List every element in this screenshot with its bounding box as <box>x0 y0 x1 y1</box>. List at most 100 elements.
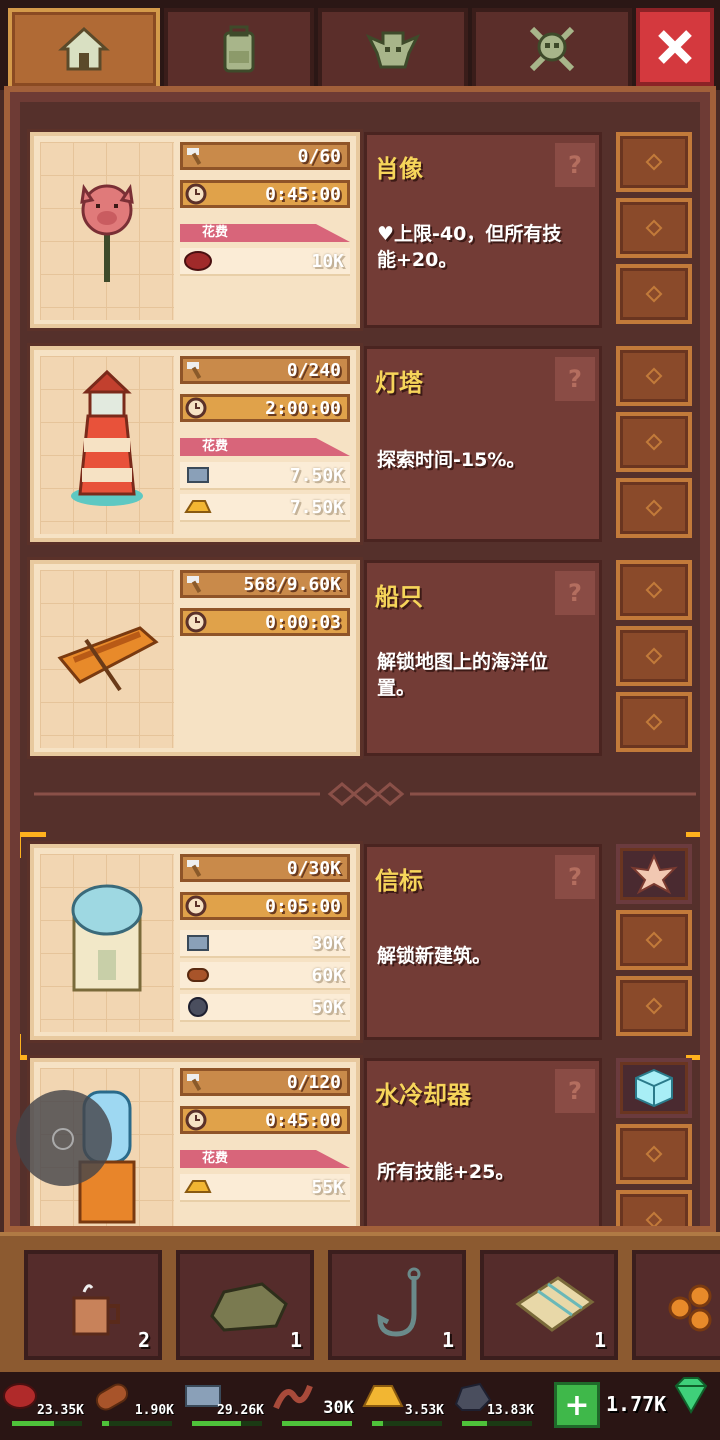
building-card[interactable]: 0/240 2:00:00 花费 7.50K 7.50K <box>30 346 360 542</box>
building-row-portrait: 0/60 0:45:00 花费 10K 肖像 ? ♥上限-40，但所有技能+20… <box>30 132 700 332</box>
inventory-slot[interactable]: 2 <box>24 1250 162 1360</box>
resource-iron: 29.26K <box>180 1378 266 1428</box>
building-row-boat: 568/9.60K 0:00:03 船只 ? 解锁地图上的海洋位置。 <box>30 560 700 760</box>
inventory-bar: 2 1 1 1 <box>0 1232 720 1372</box>
building-art <box>40 356 174 534</box>
cost-item: 55K <box>180 1174 350 1202</box>
building-title: 信标 <box>375 867 423 895</box>
ice-cube-icon <box>635 1068 673 1108</box>
empty-slot-icon <box>645 285 663 303</box>
wood-icon <box>95 1383 129 1411</box>
inventory-slot[interactable] <box>632 1250 720 1360</box>
resource-coal: 13.83K <box>450 1378 536 1428</box>
upgrade-slot-3[interactable] <box>616 976 692 1036</box>
building-title: 水冷却器 <box>375 1081 471 1109</box>
gold-icon <box>180 496 216 518</box>
building-title: 船只 <box>375 583 423 611</box>
coal-icon <box>180 996 216 1018</box>
tab-home[interactable] <box>8 8 160 86</box>
building-title: 肖像 <box>375 155 423 183</box>
help-button[interactable]: ? <box>555 855 595 899</box>
upgrade-slot-1[interactable] <box>616 1058 692 1118</box>
help-button[interactable]: ? <box>555 1069 595 1113</box>
empty-slot-icon <box>645 1145 663 1163</box>
upgrade-slot-1[interactable] <box>616 132 692 192</box>
upgrade-slot-3[interactable] <box>616 478 692 538</box>
highlight-corner <box>20 1034 46 1060</box>
upgrade-slot-2[interactable] <box>616 1124 692 1184</box>
upgrade-slot-3[interactable] <box>616 1190 692 1226</box>
building-description-panel: 船只 ? 解锁地图上的海洋位置。 <box>364 560 602 756</box>
cost-item: 10K <box>180 248 350 276</box>
highlight-corner <box>20 832 46 858</box>
skull-crossbones-icon <box>529 26 575 72</box>
upgrade-slot-2[interactable] <box>616 198 692 258</box>
hammer-icon <box>183 857 209 879</box>
building-row-beacon: 0/30K 0:05:00 30K 60K 50K 信标 ? 解锁新建筑。 <box>20 832 700 1060</box>
close-button[interactable] <box>636 8 714 86</box>
empty-slot-icon <box>645 997 663 1015</box>
building-description: 解锁地图上的海洋位置。 <box>377 651 549 699</box>
building-description-panel: 水冷却器 ? 所有技能+25。 <box>364 1058 602 1226</box>
upgrade-slot-3[interactable] <box>616 692 692 752</box>
building-title: 灯塔 <box>375 369 423 397</box>
help-button[interactable]: ? <box>555 357 595 401</box>
close-icon <box>658 30 692 64</box>
building-card[interactable]: 0/30K 0:05:00 30K 60K 50K <box>30 844 360 1040</box>
upgrade-slot-2[interactable] <box>616 910 692 970</box>
building-description: 解锁新建筑。 <box>377 945 492 967</box>
upgrade-slot-1[interactable] <box>616 346 692 406</box>
clock-icon <box>183 397 209 419</box>
meat-icon <box>180 250 216 272</box>
empty-slot-icon <box>645 433 663 451</box>
building-description-panel: 灯塔 ? 探索时间-15%。 <box>364 346 602 542</box>
upgrade-slot-3[interactable] <box>616 264 692 324</box>
tab-enemies[interactable] <box>472 8 632 86</box>
build-progress: 0/120 <box>180 1068 350 1096</box>
building-card[interactable]: 568/9.60K 0:00:03 <box>30 560 360 756</box>
cost-label: 花费 <box>180 438 350 456</box>
clock-icon <box>183 1109 209 1131</box>
hammer-icon <box>183 573 209 595</box>
cost-item: 30K <box>180 930 350 958</box>
buildings-list[interactable]: 0/60 0:45:00 花费 10K 肖像 ? ♥上限-40，但所有技能+20… <box>20 102 700 1226</box>
upgrade-slot-2[interactable] <box>616 626 692 686</box>
virtual-joystick[interactable] <box>16 1090 112 1186</box>
build-progress: 0/30K <box>180 854 350 882</box>
empty-slot-icon <box>645 367 663 385</box>
cost-label: 花费 <box>180 1150 350 1168</box>
help-button[interactable]: ? <box>555 143 595 187</box>
empty-slot-icon <box>645 499 663 517</box>
emerald-icon <box>674 1377 708 1415</box>
building-card[interactable]: 0/60 0:45:00 花费 10K <box>30 132 360 328</box>
empty-slot-icon <box>645 581 663 599</box>
upgrade-slot-1[interactable] <box>616 560 692 620</box>
tab-backpack[interactable] <box>164 8 314 86</box>
resource-progress <box>192 1421 262 1426</box>
build-time: 0:00:03 <box>180 608 350 636</box>
building-row-water-cooler: 0/120 0:45:00 花费 55K 水冷却器 ? 所有技能+25。 <box>30 1058 700 1226</box>
inventory-slot[interactable]: 1 <box>328 1250 466 1360</box>
backpack-icon <box>223 25 255 73</box>
build-progress: 568/9.60K <box>180 570 350 598</box>
help-button[interactable]: ? <box>555 571 595 615</box>
buildings-panel: 0/60 0:45:00 花费 10K 肖像 ? ♥上限-40，但所有技能+20… <box>4 86 716 1232</box>
buy-gems-button[interactable]: + <box>554 1382 600 1428</box>
empty-slot-icon <box>645 647 663 665</box>
resource-progress <box>102 1421 172 1426</box>
empty-slot-icon <box>645 1211 663 1226</box>
joystick-knob[interactable] <box>52 1128 74 1150</box>
building-description: 所有技能+25。 <box>377 1161 515 1183</box>
tab-goblin[interactable] <box>318 8 468 86</box>
upgrade-slot-1[interactable] <box>616 844 692 904</box>
upgrade-slot-2[interactable] <box>616 412 692 472</box>
resource-bar: 23.35K 1.90K 29.26K 30K 3.53K 13.83K + 1… <box>0 1372 720 1440</box>
cost-item: 7.50K <box>180 462 350 490</box>
building-art <box>40 854 174 1032</box>
building-art <box>40 570 174 748</box>
resource-rope: 30K <box>270 1378 356 1428</box>
coffee-mug-icon <box>72 1284 120 1336</box>
crystal-flower-icon <box>630 853 678 895</box>
inventory-slot[interactable]: 1 <box>480 1250 618 1360</box>
inventory-slot[interactable]: 1 <box>176 1250 314 1360</box>
